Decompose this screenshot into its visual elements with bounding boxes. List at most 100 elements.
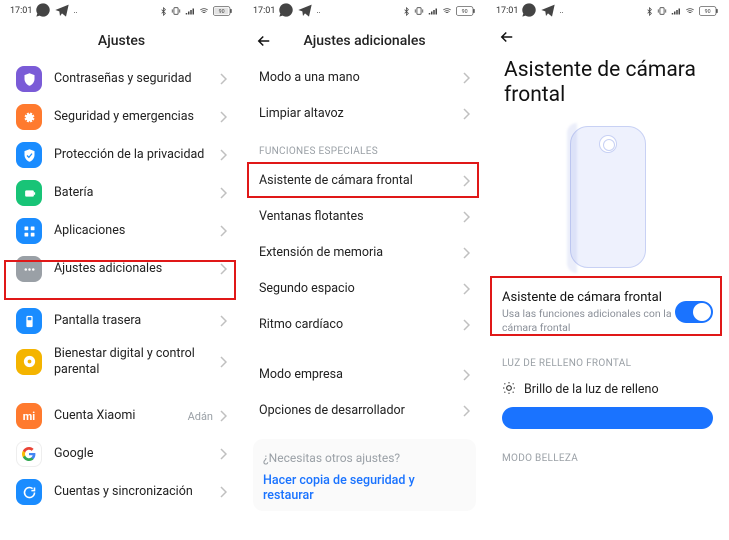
screen-additional-settings: 17:01 ‥ 90 Ajustes adicionales Modo a un…	[243, 0, 486, 540]
toggle-title: Asistente de cámara frontal	[502, 290, 675, 305]
apps-icon	[16, 218, 42, 244]
telegram-icon	[54, 2, 70, 21]
chevron-right-icon	[462, 369, 470, 381]
status-bar: 17:01 ‥ 90	[486, 0, 729, 22]
row-label: Cuenta Xiaomi	[54, 408, 188, 424]
chevron-right-icon	[219, 263, 227, 275]
row-front-camera-assistant[interactable]: Asistente de cámara frontal	[243, 163, 486, 199]
settings-row-passwords-security[interactable]: Contraseñas y seguridad	[0, 60, 243, 98]
brightness-slider[interactable]	[502, 407, 713, 429]
phone-back-illustration	[570, 126, 646, 268]
chevron-right-icon	[219, 111, 227, 123]
wifi-icon	[441, 7, 453, 16]
sync-icon	[16, 479, 42, 505]
wellbeing-icon	[16, 349, 42, 375]
mi-icon: mi	[16, 403, 42, 429]
battery-icon: 90	[699, 6, 719, 16]
toggle-switch[interactable]	[675, 301, 713, 323]
screen-front-camera-assistant: 17:01 ‥ 90 Asistente de cámara frontal	[486, 0, 729, 540]
row-clean-speaker[interactable]: Limpiar altavoz	[243, 96, 486, 132]
row-label: Batería	[54, 185, 219, 201]
chevron-right-icon	[462, 283, 470, 295]
row-developer-options[interactable]: Opciones de desarrollador	[243, 393, 486, 429]
shield-check-icon	[16, 142, 42, 168]
settings-row-privacy-protection[interactable]: Protección de la privacidad	[0, 136, 243, 174]
row-heart-rate[interactable]: Ritmo cardíaco	[243, 307, 486, 343]
settings-row-xiaomi-account[interactable]: mi Cuenta Xiaomi Adán	[0, 397, 243, 435]
vibrate-icon	[171, 6, 181, 16]
row-label: Aplicaciones	[54, 223, 219, 239]
row-label: Segundo espacio	[259, 281, 462, 297]
fill-light-brightness-row[interactable]: Brillo de la luz de relleno	[486, 375, 729, 435]
chevron-right-icon	[219, 410, 227, 422]
status-time: 17:01	[10, 6, 32, 16]
row-one-handed-mode[interactable]: Modo a una mano	[243, 60, 486, 96]
front-camera-assistant-toggle-row[interactable]: Asistente de cámara frontal Usa las func…	[486, 280, 729, 343]
row-floating-windows[interactable]: Ventanas flotantes	[243, 199, 486, 235]
row-memory-extension[interactable]: Extensión de memoria	[243, 235, 486, 271]
chevron-right-icon	[462, 247, 470, 259]
chevron-right-icon	[219, 73, 227, 85]
settings-row-digital-wellbeing[interactable]: Bienestar digital y control parental	[0, 340, 243, 383]
vibrate-icon	[414, 6, 424, 16]
page-title: Asistente de cámara frontal	[486, 52, 729, 118]
page-title: Ajustes	[30, 33, 213, 49]
row-label: Contraseñas y seguridad	[54, 71, 219, 87]
svg-text:90: 90	[219, 9, 225, 15]
bluetooth-icon	[645, 6, 654, 17]
settings-row-apps[interactable]: Aplicaciones	[0, 212, 243, 250]
more-icon: ‥	[73, 6, 77, 16]
telegram-icon	[297, 2, 313, 21]
settings-row-accounts-sync[interactable]: Cuentas y sincronización	[0, 473, 243, 511]
brightness-icon	[502, 381, 516, 399]
chevron-right-icon	[219, 356, 227, 368]
row-label: Asistente de cámara frontal	[259, 173, 462, 189]
settings-row-battery[interactable]: Batería	[0, 174, 243, 212]
section-header-special-functions: FUNCIONES ESPECIALES	[243, 132, 486, 163]
chevron-right-icon	[462, 211, 470, 223]
rear-display-icon	[16, 308, 42, 334]
page-title: Ajustes adicionales	[273, 33, 456, 49]
whatsapp-icon	[35, 2, 51, 21]
vibrate-icon	[657, 6, 667, 16]
whatsapp-icon	[278, 2, 294, 21]
battery-icon: 90	[213, 6, 233, 16]
settings-row-google[interactable]: Google	[0, 435, 243, 473]
status-time: 17:01	[253, 6, 275, 16]
row-second-space[interactable]: Segundo espacio	[243, 271, 486, 307]
chevron-right-icon	[462, 405, 470, 417]
sos-icon	[16, 104, 42, 130]
settings-row-rear-display[interactable]: Pantalla trasera	[0, 302, 243, 340]
battery-icon: 90	[456, 6, 476, 16]
chevron-right-icon	[219, 315, 227, 327]
camera-icon	[599, 135, 617, 153]
backup-restore-link[interactable]: Hacer copia de seguridad y restaurar	[263, 473, 466, 503]
row-enterprise-mode[interactable]: Modo empresa	[243, 357, 486, 393]
chevron-right-icon	[219, 448, 227, 460]
row-label: Ventanas flotantes	[259, 209, 462, 225]
google-icon	[16, 441, 42, 467]
other-settings-card: ¿Necesitas otros ajustes? Hacer copia de…	[253, 439, 476, 511]
fill-light-label: Brillo de la luz de relleno	[524, 382, 659, 397]
whatsapp-icon	[521, 2, 537, 21]
chevron-right-icon	[462, 319, 470, 331]
settings-row-additional-settings[interactable]: Ajustes adicionales	[0, 250, 243, 288]
section-header-beauty-mode: MODO BELLEZA	[486, 435, 729, 470]
svg-text:90: 90	[705, 9, 711, 15]
device-illustration	[486, 118, 729, 280]
header	[486, 22, 729, 52]
chevron-right-icon	[462, 72, 470, 84]
more-icon: ‥	[559, 6, 563, 16]
toggle-description: Usa las funciones adicionales con la cám…	[502, 307, 672, 333]
more-icon: ‥	[316, 6, 320, 16]
signal-icon	[184, 7, 195, 16]
settings-row-safety-emergencies[interactable]: Seguridad y emergencias	[0, 98, 243, 136]
bluetooth-icon	[402, 6, 411, 17]
section-header-fill-light: LUZ DE RELLENO FRONTAL	[486, 344, 729, 375]
row-label: Ritmo cardíaco	[259, 317, 462, 333]
back-button[interactable]	[255, 32, 273, 50]
toggle-section: Asistente de cámara frontal Usa las func…	[486, 280, 729, 343]
back-button[interactable]	[498, 28, 516, 46]
three-screenshot-stage: 17:01 ‥ 90 Ajustes	[0, 0, 729, 540]
chevron-right-icon	[219, 149, 227, 161]
